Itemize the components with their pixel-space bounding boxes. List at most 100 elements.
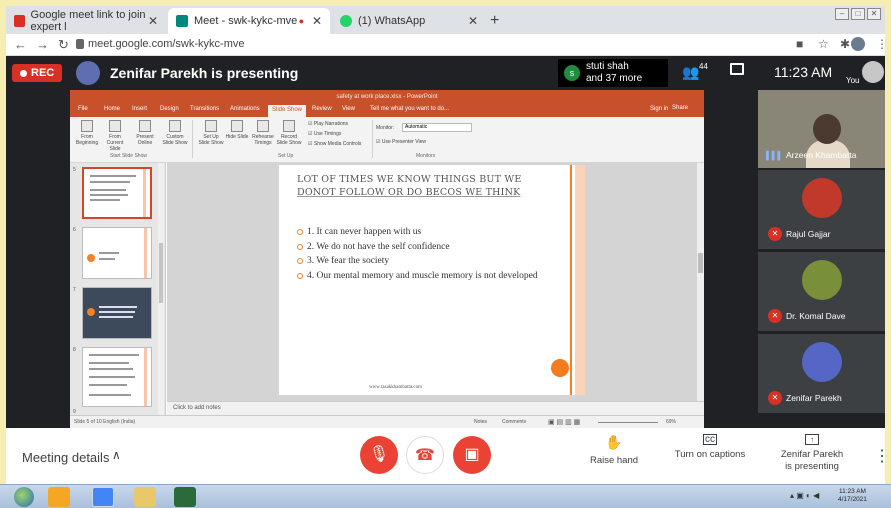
star-icon[interactable]: ☆ — [818, 37, 829, 51]
current-slide[interactable]: LOT OF TIMES WE KNOW THINGS BUT WE DONOT… — [279, 165, 585, 395]
browser-tab-meet[interactable]: Meet - swk-kykc-mve ● ✕ — [168, 8, 330, 34]
hide-slide-button[interactable]: Hide Slide — [224, 120, 250, 140]
back-icon[interactable]: ← — [14, 37, 27, 52]
chat-icon[interactable] — [730, 63, 744, 75]
self-avatar[interactable] — [862, 61, 884, 83]
camera-toggle-button[interactable]: ▣ — [453, 436, 491, 474]
media-player-icon[interactable] — [48, 487, 70, 507]
tab-title: Google meet link to join expert l — [30, 9, 146, 33]
tab-animations[interactable]: Animations — [230, 106, 260, 112]
zoom-slider[interactable] — [598, 422, 658, 423]
meeting-details-button[interactable]: Meeting details — [22, 450, 109, 465]
browser-tab-gmail[interactable]: Google meet link to join expert l ✕ — [6, 8, 166, 34]
url-field[interactable]: meet.google.com/swk-kykc-mve — [88, 38, 245, 50]
participant-video-tile[interactable]: ▌▌▌ Arzeen Khambatta — [758, 90, 885, 168]
leave-call-button[interactable]: ☎ — [406, 436, 444, 474]
thumb-text — [90, 189, 126, 191]
present-online-button[interactable]: Present Online — [132, 120, 158, 146]
camera-permission-icon[interactable]: ■ — [796, 37, 803, 51]
use-timings-checkbox[interactable]: ☑ Use Timings — [308, 131, 341, 137]
slide-scrollbar[interactable] — [697, 163, 704, 401]
play-narrations-checkbox[interactable]: ☑ Play Narrations — [308, 121, 348, 127]
tab-design[interactable]: Design — [160, 106, 179, 112]
file-explorer-icon[interactable] — [134, 487, 156, 507]
sign-in-link[interactable]: Sign in — [650, 106, 668, 112]
mic-toggle-button[interactable]: 🎙 — [360, 436, 398, 474]
slide-thumbnail-6[interactable] — [82, 227, 152, 279]
bullet-item: 4. Our mental memory and muscle memory i… — [297, 269, 557, 284]
slide-thumbnail-8[interactable] — [82, 347, 152, 407]
slide-thumbnail-5[interactable] — [82, 167, 152, 219]
close-icon[interactable]: ✕ — [312, 14, 322, 28]
meet-icon — [176, 15, 188, 27]
tab-view[interactable]: View — [342, 106, 355, 112]
timer-icon — [257, 120, 269, 132]
mic-off-icon: ✕ — [768, 227, 782, 241]
address-bar: ← → ↻ meet.google.com/swk-kykc-mve ■ ☆ ✱… — [6, 34, 888, 56]
presenter-view-checkbox[interactable]: ☑ Use Presenter View — [376, 139, 426, 145]
share-button[interactable]: Share — [672, 105, 688, 111]
recording-dot-icon: ● — [298, 16, 304, 26]
from-beginning-button[interactable]: From Beginning — [74, 120, 100, 146]
powerpoint-taskbar-icon[interactable] — [174, 487, 196, 507]
tab-review[interactable]: Review — [312, 106, 332, 112]
notes-pane[interactable]: Click to add notes — [167, 401, 704, 415]
extensions-icon[interactable]: ✱ — [840, 37, 850, 51]
scroll-thumb[interactable] — [159, 243, 163, 303]
rehearse-timings-button[interactable]: Rehearse Timings — [250, 120, 276, 146]
thumb-text — [99, 306, 137, 308]
participant-tile[interactable]: ✕ Zenifar Parekh — [758, 334, 885, 413]
set-up-slide-show-button[interactable]: Set Up Slide Show — [198, 120, 224, 146]
presenting-button[interactable]: ↑ Zenifar Parekh is presenting — [772, 434, 852, 473]
tab-slide-show[interactable]: Slide Show — [268, 105, 307, 117]
new-tab-button[interactable]: + — [490, 12, 499, 30]
thumbnail-scrollbar[interactable] — [158, 163, 164, 415]
participant-summary[interactable]: s stuti shah and 37 more — [558, 59, 668, 87]
participant-name: Zenifar Parekh — [786, 393, 842, 403]
taskbar-clock[interactable]: 11:23 AM 4/17/2021 — [838, 488, 867, 504]
slide-thumbnail-7[interactable] — [82, 287, 152, 339]
more-options-icon[interactable]: ⋮ — [874, 446, 890, 466]
mic-off-icon: ✕ — [768, 309, 782, 323]
tab-insert[interactable]: Insert — [132, 106, 147, 112]
tab-transitions[interactable]: Transitions — [190, 106, 219, 112]
show-media-controls-checkbox[interactable]: ☑ Show Media Controls — [308, 141, 361, 147]
tab-home[interactable]: Home — [104, 106, 120, 112]
notes-toggle[interactable]: Notes — [474, 419, 487, 425]
from-current-slide-button[interactable]: From Current Slide — [102, 120, 128, 152]
view-normal-icon[interactable]: ▣ ▤ ▥ ▦ — [548, 418, 580, 426]
chrome-icon[interactable] — [92, 487, 114, 507]
close-window-icon[interactable]: ✕ — [867, 8, 881, 20]
thumb-dot — [87, 308, 95, 316]
tab-file[interactable]: File — [78, 106, 88, 112]
chevron-up-icon[interactable]: ∧ — [112, 448, 121, 462]
participant-name: stuti shah — [586, 61, 629, 72]
record-slide-show-button[interactable]: Record Slide Show — [276, 120, 302, 146]
raise-hand-button[interactable]: ✋ Raise hand — [584, 434, 644, 466]
thumb-number: 6 — [73, 227, 76, 233]
menu-icon[interactable]: ⋮ — [876, 37, 888, 51]
close-icon[interactable]: ✕ — [148, 14, 158, 28]
reload-icon[interactable]: ↻ — [58, 37, 69, 53]
scroll-thumb[interactable] — [698, 253, 703, 273]
close-icon[interactable]: ✕ — [468, 14, 478, 28]
start-button[interactable] — [14, 487, 34, 507]
monitor-select[interactable]: Automatic — [402, 123, 472, 132]
browser-tab-whatsapp[interactable]: (1) WhatsApp ✕ — [332, 8, 486, 34]
tell-me-search[interactable]: Tell me what you want to do... — [370, 106, 449, 112]
participant-tile[interactable]: ✕ Dr. Komal Dave — [758, 252, 885, 331]
hang-up-icon: ☎ — [415, 447, 435, 464]
maximize-icon[interactable]: □ — [851, 8, 865, 20]
profile-avatar[interactable] — [851, 37, 865, 51]
participant-tile[interactable]: ✕ Rajul Gajjar — [758, 170, 885, 249]
mic-off-icon: 🎙 — [368, 446, 390, 463]
present-online-icon — [139, 120, 151, 132]
comments-toggle[interactable]: Comments — [502, 419, 526, 425]
captions-button[interactable]: cc Turn on captions — [670, 434, 750, 460]
lock-icon[interactable] — [76, 39, 84, 49]
forward-icon[interactable]: → — [36, 37, 49, 52]
people-icon[interactable]: 👥 — [682, 64, 699, 81]
minimize-icon[interactable]: – — [835, 8, 849, 20]
system-tray-icons[interactable]: ▴ ▣ ◐ ◀ — [790, 491, 819, 500]
custom-slide-show-button[interactable]: Custom Slide Show — [162, 120, 188, 146]
